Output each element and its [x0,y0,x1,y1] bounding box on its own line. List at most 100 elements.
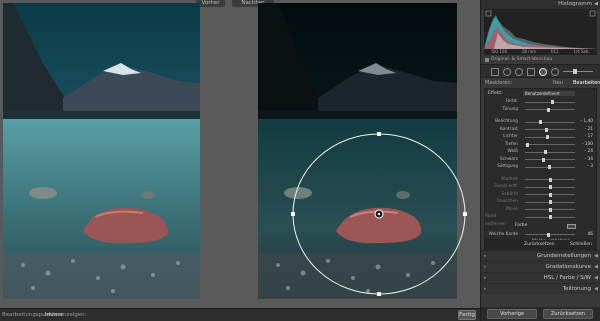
slider-label: Schärfe [501,191,518,197]
slider-knob[interactable] [549,207,552,212]
slider-row[interactable]: Klarheit [485,176,596,184]
slider-value: - 100 [581,141,593,147]
slider-track[interactable] [525,121,575,123]
slider-label: Tiefen [504,141,518,147]
slider-track[interactable] [525,109,575,110]
feather-label: Weiche Kante [488,231,518,237]
slider-label: Sättigung [497,164,518,169]
develop-right-panel: Histogramm ◀ ISO 100 28 mm f/11 1/4 Sek.… [480,0,600,321]
slider-label: Tönung [502,106,518,112]
slider-row[interactable]: Lichter - 17 [485,133,596,141]
radial-adjustments: Effekt: Benutzerdefiniert Farbt. Tönung Be… [484,88,597,244]
slider-row[interactable]: Schwarz - 34 [485,156,596,164]
slider-value: - 3 [587,164,593,169]
masks-label: Maskieren: [485,80,513,86]
histogram: ISO 100 28 mm f/11 1/4 Sek. [484,9,597,55]
red-eye-icon[interactable] [515,68,523,76]
adjust-panel-buttons: Zurücksetzen Schließen [484,240,597,250]
panel-section-header[interactable]: ▸ HSL / Farbe / S/W ◀ [481,272,600,283]
panel-section-header[interactable]: ▸ Grundeinstellungen ◀ [481,250,600,261]
slider-label: Klarheit [501,176,518,182]
slider-knob[interactable] [545,127,549,132]
slider-value: - 17 [584,134,593,139]
panel-section-header[interactable]: ▸ Teiltonung ◀ [481,283,600,294]
slider-label: Lichter [503,134,518,139]
slider-row[interactable]: Sättigung - 3 [485,163,596,171]
slider-row[interactable]: Belichtung - 1,40 [485,118,596,126]
feather-knob[interactable] [547,232,551,237]
slider-track[interactable] [525,136,575,138]
slider-track[interactable] [525,129,575,130]
tool-strip [481,64,600,78]
slider-knob[interactable] [549,185,552,189]
slider-label: Moiré [506,206,518,212]
slider-label: Farbt. [505,99,518,104]
slider-track[interactable] [525,101,575,103]
crop-tool-icon[interactable] [491,68,499,76]
mask-edit-button[interactable]: Bearbeiten [573,78,600,88]
color-row: Farbe [485,221,596,231]
feather-value: 46 [587,231,593,237]
slider-row[interactable]: Schärfe [485,191,596,199]
effect-label: Effekt: [488,91,503,96]
color-label: Farbe [515,222,528,228]
slider-track[interactable] [525,151,575,153]
feather-slider[interactable]: Weiche Kante 46 [485,231,596,239]
slider-row[interactable]: Moiré [485,206,596,214]
spot-removal-icon[interactable] [503,68,511,76]
preview-checkbox-icon [485,58,489,62]
slider-row[interactable]: Kontrast - 21 [485,126,596,134]
histogram-header[interactable]: Histogramm ◀ [481,0,600,9]
slider-track[interactable] [525,144,575,145]
slider-knob[interactable] [549,200,552,204]
radial-handle-right[interactable] [463,212,467,216]
slider-track[interactable] [525,159,575,160]
panel-close-button[interactable]: Schließen [570,241,592,249]
tool-slider-knob[interactable] [573,69,577,74]
histogram-stats: ISO 100 28 mm f/11 1/4 Sek. [491,49,590,54]
radial-filter-icon[interactable] [539,68,547,76]
slider-knob[interactable] [551,100,555,104]
slider-row[interactable]: Rand entfernen [485,213,596,227]
reset-button[interactable]: Zurücksetzen [543,309,593,319]
slider-knob[interactable] [525,142,529,147]
slider-row[interactable]: Weiß - 24 [485,148,596,156]
slider-label: Belichtung [495,119,518,124]
slider-label: Schwarz [500,156,518,162]
show-pins-select[interactable]: Immer [45,312,63,318]
slider-knob[interactable] [549,177,552,182]
done-button[interactable]: Fertig [458,310,476,320]
slider-knob[interactable] [539,120,543,124]
slider-knob[interactable] [549,215,552,219]
collapse-arrow-icon[interactable]: ◀ [594,1,598,7]
effect-preset-select[interactable]: Benutzerdefiniert [523,91,575,96]
slider-knob[interactable] [544,150,548,154]
section-toggle-icon[interactable]: ▸ [484,284,487,295]
slider-label: Kontrast [500,126,518,132]
slider-knob[interactable] [549,192,552,197]
slider-knob[interactable] [546,135,550,139]
graduated-filter-icon[interactable] [527,68,535,76]
mask-mode-row: Maskieren: Neu Bearbeiten [481,78,600,88]
slider-knob[interactable] [546,107,550,112]
slider-knob[interactable] [541,157,545,162]
section-list: ▸ Grundeinstellungen ◀ ▸ Gradationskurve ◀ ▸ HS… [481,250,600,294]
previous-button[interactable]: Vorherige [487,309,537,319]
slider-row[interactable]: Tönung [485,106,596,114]
slider-row[interactable]: Farbt. [485,98,596,106]
slider-row[interactable]: Dunst entf. [485,183,596,191]
adjustment-brush-icon[interactable] [551,68,559,76]
slider-value: - 21 [584,126,593,132]
slider-row[interactable]: Rauschen [485,198,596,206]
mask-new-button[interactable]: Neu [553,78,563,88]
smart-preview-status[interactable]: Original- & Smart-Vorschau [481,55,600,64]
slider-knob[interactable] [548,165,552,169]
expand-arrow-icon[interactable]: ◀ [594,284,598,295]
slider-value: - 24 [584,149,593,154]
after-photo[interactable] [258,3,457,299]
tool-slider-track[interactable] [563,71,593,72]
panel-section-header[interactable]: ▸ Gradationskurve ◀ [481,261,600,272]
slider-row[interactable]: Tiefen - 100 [485,141,596,149]
panel-reset-button[interactable]: Zurücksetzen [524,241,555,249]
color-swatch[interactable] [567,223,576,229]
